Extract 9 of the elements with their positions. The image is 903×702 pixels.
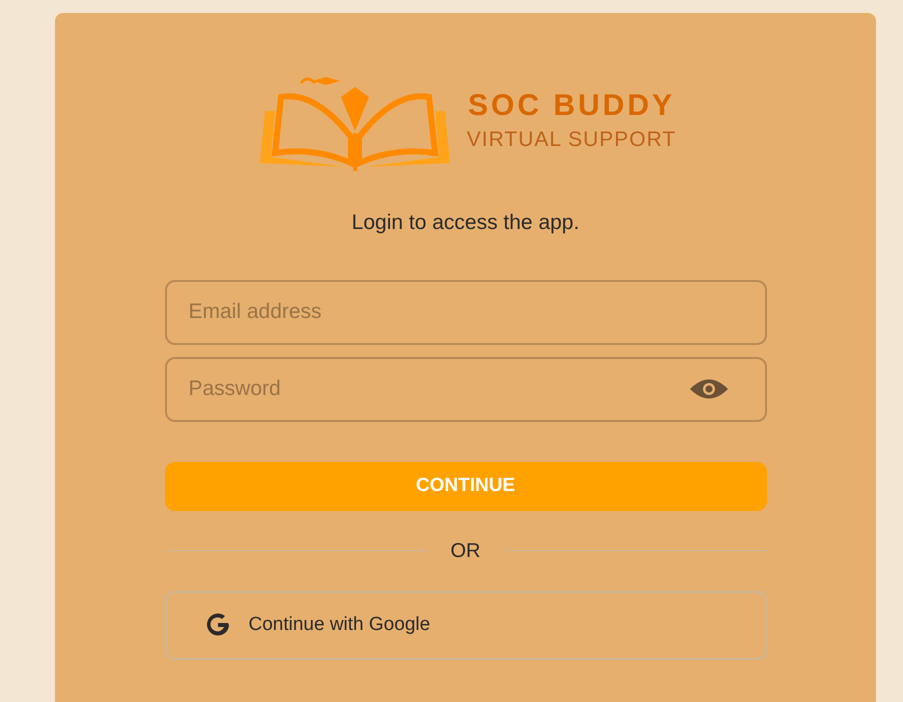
google-sign-in-button[interactable]: Continue with Google	[164, 590, 766, 660]
login-prompt: Login to access the app.	[352, 210, 580, 236]
eye-icon[interactable]	[688, 378, 728, 400]
logo-subtitle: VIRTUAL SUPPORT	[466, 128, 676, 150]
or-divider-label: OR	[450, 538, 480, 564]
logo-title: SOC BUDDY	[468, 90, 675, 120]
email-field[interactable]: Email address	[164, 280, 766, 344]
password-field[interactable]: Password	[164, 356, 766, 422]
google-g-icon	[204, 613, 230, 637]
